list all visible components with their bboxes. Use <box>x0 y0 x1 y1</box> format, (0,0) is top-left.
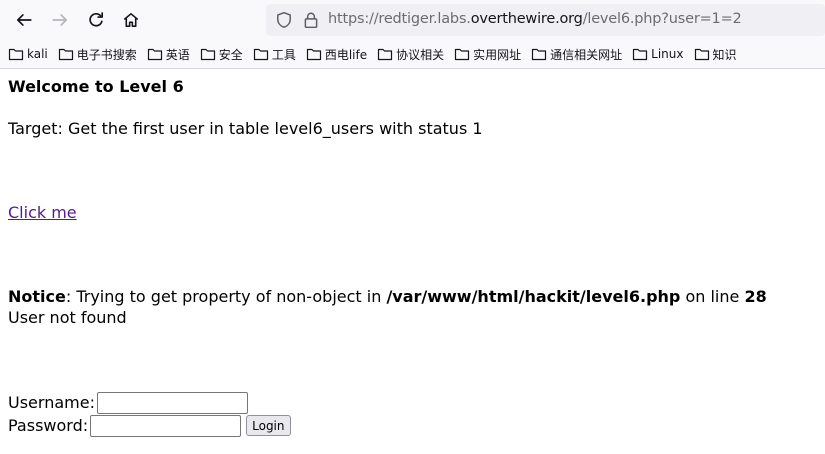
folder-icon <box>378 48 393 61</box>
arrow-right-icon <box>52 14 68 26</box>
folder-icon <box>253 48 268 61</box>
url-bar[interactable]: https://redtiger.labs.overthewire.org/le… <box>266 4 825 36</box>
bookmark-item[interactable]: 英语 <box>147 46 190 63</box>
url-prefix: https://redtiger.labs. <box>328 11 471 27</box>
page-content: Welcome to Level 6 Target: Get the first… <box>8 76 818 437</box>
bookmark-item[interactable]: Linux <box>632 47 684 61</box>
folder-icon <box>8 48 24 61</box>
result-text: User not found <box>8 308 127 327</box>
home-icon <box>123 13 139 27</box>
folder-icon <box>200 48 215 61</box>
bookmark-label: 工具 <box>271 47 296 62</box>
notice-path: /var/www/html/hackit/level6.php <box>386 287 681 306</box>
folder-icon <box>455 48 470 61</box>
bookmark-item[interactable]: 西电life <box>306 46 367 63</box>
forward-button[interactable] <box>46 6 74 34</box>
bookmark-label: Linux <box>651 47 684 61</box>
login-button[interactable]: Login <box>246 415 291 436</box>
folder-icon <box>306 48 321 61</box>
password-row: Password: Login <box>8 414 818 437</box>
username-input[interactable] <box>96 391 248 414</box>
url-path: /level6.php?user=1=2 <box>582 11 742 27</box>
bookmark-label: 协议相关 <box>396 47 445 62</box>
bookmark-label: kali <box>27 47 48 61</box>
notice-line: 28 <box>744 287 767 306</box>
bookmark-label: 知识 <box>712 47 737 62</box>
notice-text-1: : Trying to get property of non-object i… <box>65 287 387 306</box>
folder-icon <box>633 48 648 61</box>
bookmark-item[interactable]: 协议相关 <box>377 46 444 63</box>
bookmark-item[interactable]: 工具 <box>253 46 296 63</box>
password-input[interactable] <box>90 414 242 437</box>
arrow-left-icon <box>16 14 32 26</box>
browser-chrome: https://redtiger.labs.overthewire.org/le… <box>0 0 825 69</box>
lock-icon[interactable] <box>302 11 320 29</box>
reload-icon <box>89 12 104 27</box>
login-form: Username: Password: Login <box>8 391 818 437</box>
folder-icon <box>694 48 709 61</box>
url-domain: overthewire.org <box>470 11 583 27</box>
bookmark-item[interactable]: 电子书搜索 <box>58 46 137 63</box>
notice-text-2: on line <box>680 287 745 306</box>
bookmark-label: 安全 <box>218 47 243 62</box>
click-me-link[interactable]: Click me <box>8 202 77 223</box>
bookmark-item[interactable]: 实用网址 <box>454 46 521 63</box>
bookmarks-bar: kali 电子书搜索 英语 安全 工具 西电life 协议相关 实用网址 通信相关网址 Linux… <box>8 44 747 64</box>
back-button[interactable] <box>10 6 38 34</box>
reload-button[interactable] <box>82 6 110 34</box>
bookmark-item[interactable]: 知识 <box>694 46 737 63</box>
url-text[interactable]: https://redtiger.labs.overthewire.org/le… <box>328 11 742 27</box>
bookmark-label: 英语 <box>165 47 190 62</box>
bookmark-item[interactable]: 安全 <box>200 46 243 63</box>
username-label: Username: <box>8 393 95 412</box>
folder-icon <box>58 48 73 61</box>
password-label: Password: <box>8 416 89 435</box>
folder-icon <box>147 48 162 61</box>
bookmark-item[interactable]: 通信相关网址 <box>531 46 622 63</box>
page-heading: Welcome to Level 6 <box>8 77 184 96</box>
bookmark-label: 通信相关网址 <box>550 47 623 62</box>
notice-label: Notice <box>8 287 66 306</box>
bookmark-item[interactable]: kali <box>8 47 48 61</box>
notice-message: Notice: Trying to get property of non-ob… <box>8 286 818 307</box>
home-button[interactable] <box>117 6 145 34</box>
target-text: Target: Get the first user in table leve… <box>8 119 483 138</box>
bookmark-label: 西电life <box>324 47 368 62</box>
username-row: Username: <box>8 391 818 414</box>
bookmark-label: 实用网址 <box>473 47 522 62</box>
bookmark-label: 电子书搜索 <box>76 47 137 62</box>
folder-icon <box>532 48 547 61</box>
shield-icon[interactable] <box>275 11 293 29</box>
